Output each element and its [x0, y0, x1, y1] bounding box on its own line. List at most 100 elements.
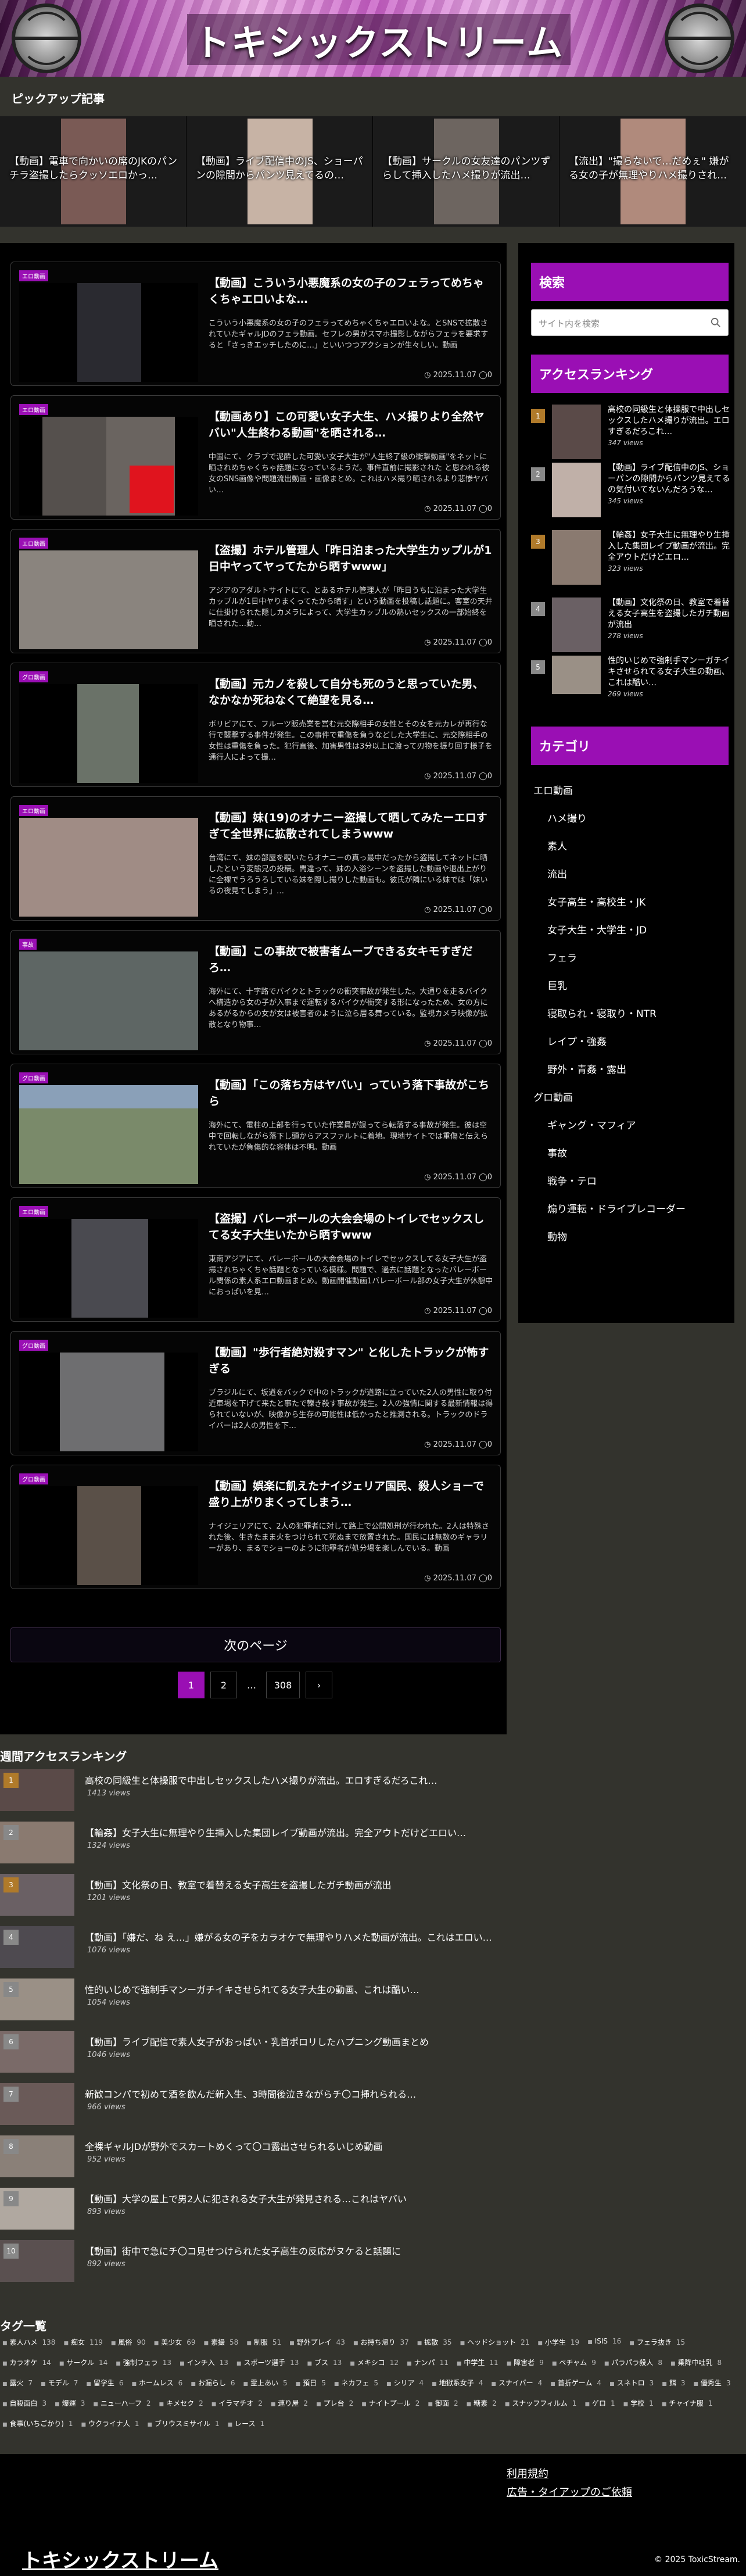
- search-icon[interactable]: [711, 317, 721, 328]
- post-card[interactable]: グロ動画 【動画】元カノを殺して自分も死のうと思っていた男、なかなか死ねなくて絶…: [10, 663, 501, 787]
- category-link[interactable]: 寝取られ・寝取り・NTR: [547, 1006, 657, 1020]
- footer-site-title[interactable]: トキシックストリーム: [22, 2545, 218, 2573]
- pickup-item[interactable]: 【動画】サークルの女友達のパンツずらして挿入したハメ撮りが流出…: [373, 116, 560, 227]
- weekly-title[interactable]: 高校の同級生と体操服で中出しセックスしたハメ撮りが流出。エロすぎるだろこれ…: [85, 1773, 437, 1787]
- weekly-title[interactable]: 【動画】「嫌だ、ね え…」嫌がる女の子をカラオケで無理やりハメた動画が流出。これ…: [85, 1930, 492, 1944]
- tag-link[interactable]: メキシコ 12: [347, 2355, 401, 2370]
- post-title[interactable]: 【動画】元カノを殺して自分も死のうと思っていた男、なかなか死ねなくて絶望を見る…: [209, 676, 493, 709]
- post-thumbnail[interactable]: [19, 1486, 198, 1585]
- post-thumbnail[interactable]: [19, 951, 198, 1050]
- search-input[interactable]: サイト内を検索: [531, 309, 729, 336]
- pickup-item[interactable]: 【動画】電車で向かいの席のJKのパンチラ盗撮したらクッソエロかっ…: [0, 116, 186, 227]
- post-card[interactable]: エロ動画 【動画】妹(19)のオナニー盗撮して晒してみたーエロすぎて全世界に拡散…: [10, 796, 501, 921]
- category-link[interactable]: 戦争・テロ: [547, 1173, 597, 1187]
- post-thumbnail[interactable]: [19, 550, 198, 649]
- tag-link[interactable]: スナッフフィルム 1: [503, 2395, 579, 2411]
- post-thumbnail[interactable]: [19, 818, 198, 917]
- tag-link[interactable]: ISIS 16: [585, 2334, 623, 2350]
- tag-link[interactable]: ブス 13: [304, 2355, 344, 2370]
- ranking-title[interactable]: 【動画】ライブ配信中のJS、ショーパンの隙間からパンツ見えてるの気付いてないんだ…: [608, 463, 731, 507]
- ranking-item[interactable]: 3 【輪姦】女子大生に無理やり生挿入した集団レイプ動画が流出。完全アウトだけどエ…: [531, 530, 731, 594]
- tag-link[interactable]: 制服 51: [244, 2334, 284, 2350]
- post-thumbnail[interactable]: [19, 1219, 198, 1318]
- tag-link[interactable]: 中学生 11: [454, 2355, 501, 2370]
- tag-link[interactable]: キメセク 2: [157, 2395, 206, 2411]
- category-link[interactable]: 女子大生・大学生・JD: [547, 922, 647, 936]
- pickup-item[interactable]: 【流出】"撮らないで…だめぇ" 嫌がる女の子が無理やりハメ撮りされ…: [560, 116, 746, 227]
- tag-link[interactable]: ホームレス 6: [130, 2375, 185, 2391]
- category-link[interactable]: 巨乳: [547, 978, 567, 992]
- tag-link[interactable]: 自殺面白 3: [0, 2395, 49, 2411]
- post-title[interactable]: 【動画】娯楽に飢えたナイジェリア国民、殺人ショーで盛り上がりまくってしまう…: [209, 1478, 493, 1511]
- weekly-item[interactable]: 10 【動画】街中で急にチ〇コ見せつけられた女子高生の反応がヌケると話題に 892 …: [0, 2240, 746, 2287]
- tag-link[interactable]: プレ台 2: [314, 2395, 356, 2411]
- category-link[interactable]: 女子高生・高校生・JK: [547, 894, 645, 908]
- category-badge[interactable]: 事故: [19, 939, 37, 950]
- tag-link[interactable]: スポーツ選手 13: [234, 2355, 302, 2370]
- post-title[interactable]: 【盗撮】ホテル管理人「昨日泊まった大学生カップルが1日中ヤってヤってたから晒すw…: [209, 542, 493, 575]
- pickup-item[interactable]: 【動画】ライブ配信中のJS、ショーパンの隙間からパンツ見えてるの…: [186, 116, 373, 227]
- tag-link[interactable]: 素人ハメ 138: [0, 2334, 58, 2350]
- post-card[interactable]: エロ動画 【動画あり】この可愛い女子大生、ハメ撮りより全然ヤバい"人生終わる動画…: [10, 395, 501, 520]
- ranking-item[interactable]: 2 【動画】ライブ配信中のJS、ショーパンの隙間からパンツ見えてるの気付いてない…: [531, 463, 731, 527]
- category-badge[interactable]: エロ動画: [19, 1206, 48, 1217]
- post-thumbnail[interactable]: [19, 1353, 198, 1451]
- tag-link[interactable]: 痴女 119: [61, 2334, 105, 2350]
- tag-link[interactable]: 障害者 9: [504, 2355, 546, 2370]
- weekly-title[interactable]: 【動画】ライブ配信で素人女子がおっぱい・乳首ポロリしたハプニング動画まとめ: [85, 2034, 429, 2048]
- ranking-title[interactable]: 【輪姦】女子大生に無理やり生挿入した集団レイプ動画が流出。完全アウトだけどエロ……: [608, 530, 731, 574]
- weekly-item[interactable]: 6 【動画】ライブ配信で素人女子がおっぱい・乳首ポロリしたハプニング動画まとめ 10…: [0, 2031, 746, 2077]
- category-badge[interactable]: グロ動画: [19, 1340, 48, 1351]
- ranking-item[interactable]: 4 【動画】文化祭の日、教室で着替える女子高生を盗撮したガチ動画が流出 278 v…: [531, 598, 730, 661]
- tag-link[interactable]: 連り屋 2: [268, 2395, 310, 2411]
- category-link[interactable]: 流出: [547, 866, 567, 881]
- tag-link[interactable]: 御面 2: [425, 2395, 460, 2411]
- weekly-item[interactable]: 4 【動画】「嫌だ、ね え…」嫌がる女の子をカラオケで無理やりハメた動画が流出。こ…: [0, 1926, 746, 1973]
- weekly-title[interactable]: 新歓コンパで初めて酒を飲んだ新入生、3時間後泣きながらチ〇コ挿れられる…: [85, 2087, 416, 2101]
- category-link[interactable]: 野外・青姦・露出: [547, 1061, 626, 1076]
- category-link[interactable]: 煽り運転・ドライブレコーダー: [547, 1201, 686, 1215]
- next-page-button[interactable]: 次のページ: [10, 1627, 501, 1662]
- tag-link[interactable]: ネカフェ 5: [332, 2375, 381, 2391]
- tag-link[interactable]: 爆運 3: [52, 2395, 87, 2411]
- category-link-guro[interactable]: グロ動画: [533, 1089, 573, 1104]
- tag-link[interactable]: ゲロ 1: [582, 2395, 617, 2411]
- tag-link[interactable]: 霊上あい 5: [241, 2375, 289, 2391]
- tag-link[interactable]: お漏らし 6: [188, 2375, 237, 2391]
- post-thumbnail[interactable]: [19, 1085, 198, 1184]
- category-badge[interactable]: グロ動画: [19, 1072, 48, 1083]
- post-title[interactable]: 【動画あり】この可愛い女子大生、ハメ撮りより全然ヤバい"人生終わる動画"を晒され…: [209, 409, 493, 441]
- tag-link[interactable]: 食事(いちごかり) 1: [0, 2416, 76, 2431]
- weekly-item[interactable]: 9 【動画】大学の屋上で男2人に犯される女子大生が発見される…これはヤバい 893 …: [0, 2188, 746, 2234]
- post-card[interactable]: エロ動画 【動画】こういう小悪魔系の女の子のフェラってめちゃくちゃエロいよな… …: [10, 262, 501, 386]
- weekly-item[interactable]: 8 全裸ギャルJDが野外でスカートめくって〇コ露出させられるいじめ動画 952 vi…: [0, 2135, 746, 2182]
- tag-link[interactable]: ペチャム 9: [550, 2355, 598, 2370]
- weekly-item[interactable]: 5 性的いじめで強制手マンーガチイキさせられてる女子大生の動画、これは酷い… 105…: [0, 1978, 746, 2025]
- tag-link[interactable]: スナイパー 4: [489, 2375, 544, 2391]
- ranking-thumbnail[interactable]: [552, 598, 601, 652]
- post-title[interactable]: 【動画】「この落ち方はヤバい」っていう落下事故がこちら: [209, 1077, 493, 1110]
- category-badge[interactable]: グロ動画: [19, 1473, 48, 1484]
- tag-link[interactable]: サークル 14: [57, 2355, 110, 2370]
- tag-link[interactable]: 預日 5: [293, 2375, 328, 2391]
- ad-inquiry-link[interactable]: 広告・タイアップのご依頼: [507, 2484, 632, 2499]
- post-card[interactable]: グロ動画 【動画】娯楽に飢えたナイジェリア国民、殺人ショーで盛り上がりまくってし…: [10, 1465, 501, 1589]
- tag-link[interactable]: モデル 7: [38, 2375, 80, 2391]
- weekly-item[interactable]: 7 新歓コンパで初めて酒を飲んだ新入生、3時間後泣きながらチ〇コ挿れられる… 966…: [0, 2083, 746, 2130]
- post-title[interactable]: 【動画】"歩行者絶対殺すマン" と化したトラックが怖すぎる: [209, 1344, 493, 1377]
- tag-link[interactable]: 拡散 35: [415, 2334, 454, 2350]
- terms-link[interactable]: 利用規約: [507, 2466, 548, 2481]
- tag-link[interactable]: 小学生 19: [535, 2334, 582, 2350]
- tag-link[interactable]: 地獄系女子 4: [429, 2375, 485, 2391]
- weekly-item[interactable]: 1 高校の同級生と体操服で中出しセックスしたハメ撮りが流出。エロすぎるだろこれ… 1…: [0, 1769, 746, 1816]
- post-thumbnail[interactable]: [19, 417, 198, 516]
- page-link[interactable]: 2: [210, 1672, 237, 1698]
- ranking-thumbnail[interactable]: [552, 463, 601, 517]
- tag-link[interactable]: 糖素 2: [464, 2395, 499, 2411]
- tag-link[interactable]: 強制フェラ 13: [113, 2355, 174, 2370]
- tag-link[interactable]: 優秀生 3: [691, 2375, 733, 2391]
- post-card[interactable]: グロ動画 【動画】"歩行者絶対殺すマン" と化したトラックが怖すぎる ブラジルに…: [10, 1331, 501, 1455]
- weekly-title[interactable]: 【動画】街中で急にチ〇コ見せつけられた女子高生の反応がヌケると話題に: [85, 2244, 401, 2257]
- weekly-title[interactable]: 【動画】文化祭の日、教室で着替える女子高生を盗撮したガチ動画が流出: [85, 1877, 392, 1891]
- tag-link[interactable]: チャイナ服 1: [659, 2395, 715, 2411]
